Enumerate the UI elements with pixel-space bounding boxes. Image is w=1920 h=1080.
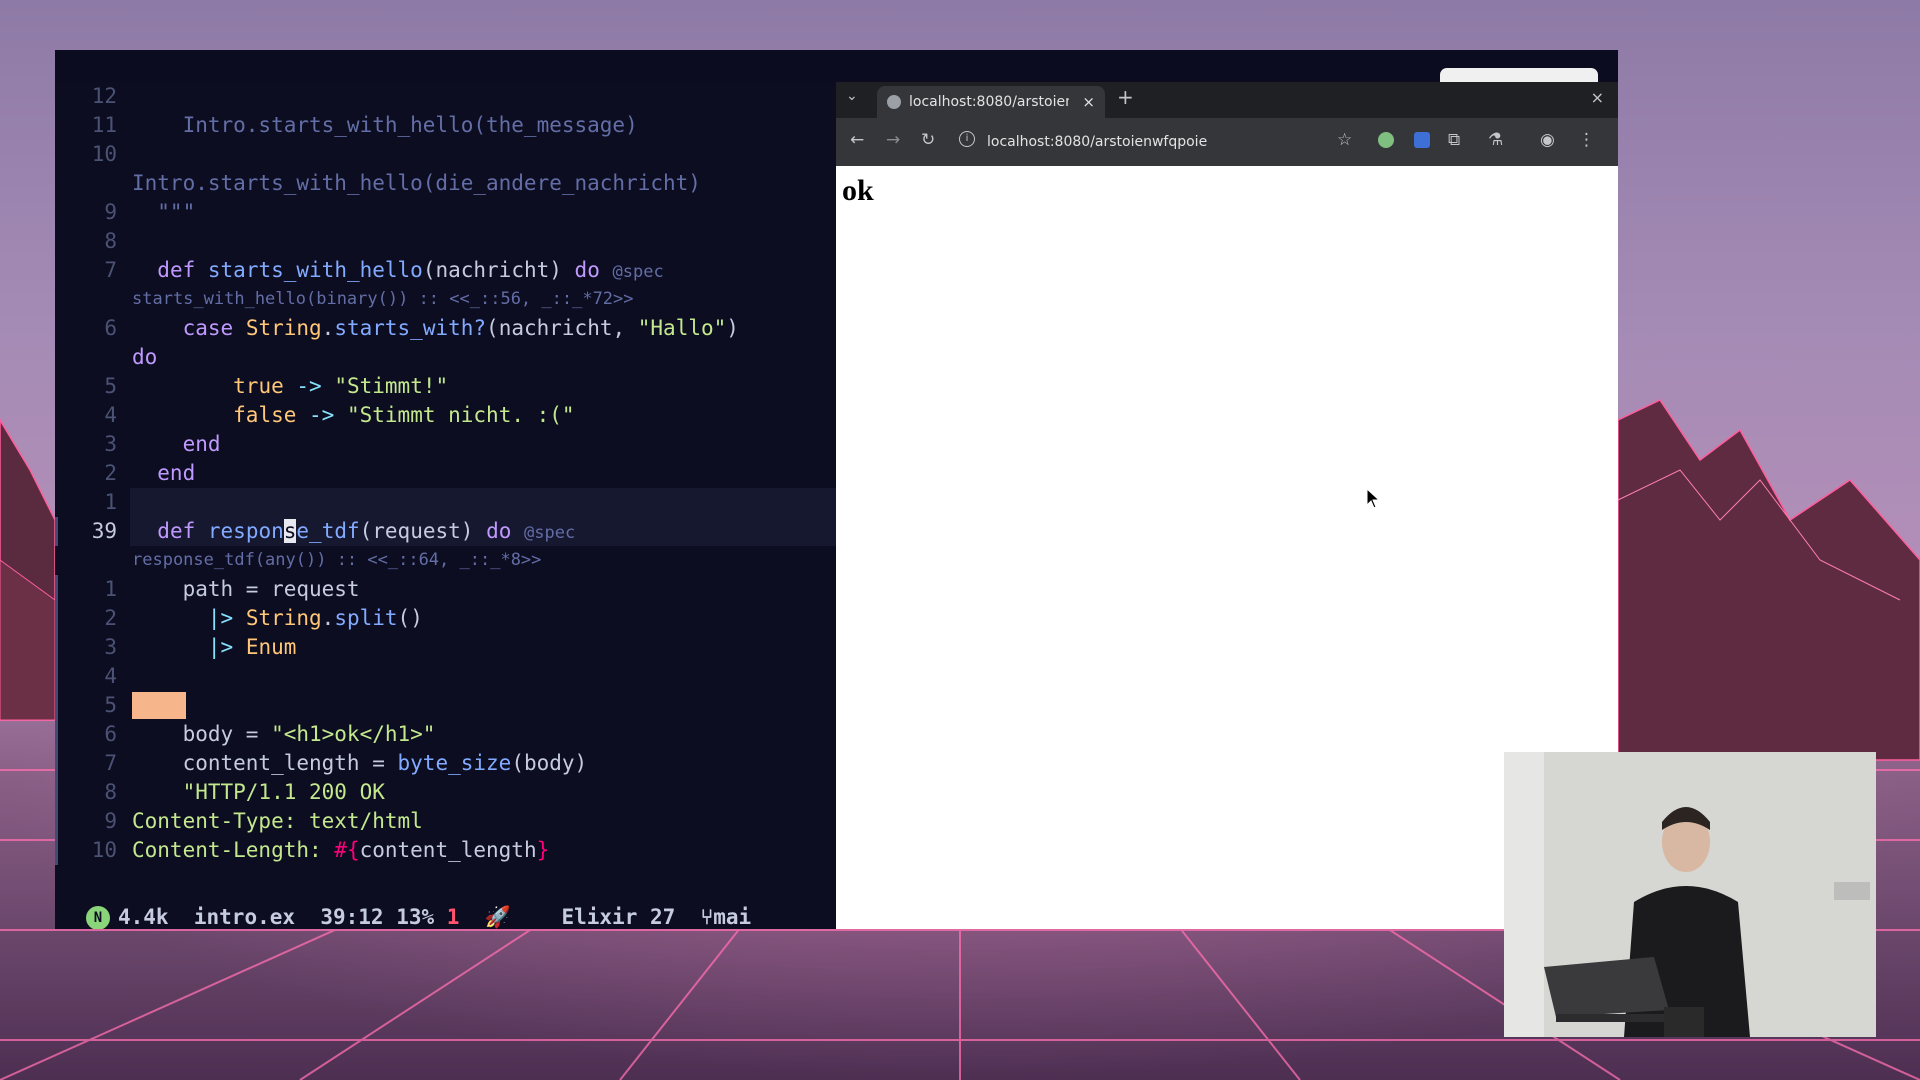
close-tab-icon[interactable]: × [1082, 86, 1095, 118]
web-page-content: ok [836, 166, 1618, 929]
virtual-text-spec: starts_with_hello(binary()) :: <<_::56, … [132, 289, 634, 309]
code-text: def response_tdf(request) do @spec [157, 519, 576, 543]
code-text: body = "<h1>ok</h1>" [132, 722, 436, 746]
git-branch-icon: ⑂ [700, 905, 714, 929]
current-line-highlight [130, 488, 836, 517]
url-text[interactable]: localhost:8080/arstoienwfqpoie [987, 125, 1207, 159]
code-text: "HTTP/1.1 200 OK [182, 780, 385, 804]
line-number: 8 [104, 780, 117, 804]
code-text: |> Enum [207, 635, 297, 659]
mode-indicator: N [86, 906, 110, 929]
page-heading: ok [842, 174, 874, 207]
cursor-position: 39:12 [320, 905, 384, 929]
code-text: def starts_with_hello(nachricht) do @spe… [157, 258, 664, 282]
line-number: 6 [104, 316, 117, 340]
reload-icon[interactable]: ↻ [921, 130, 935, 150]
line-number: 4 [104, 664, 117, 688]
line-number: 12 [91, 84, 117, 108]
line-number: 5 [104, 374, 117, 398]
virtual-text-spec: response_tdf(any()) :: <<_::64, _::_*8>> [132, 550, 542, 570]
site-info-icon[interactable]: i [959, 131, 975, 147]
line-number: 3 [104, 635, 117, 659]
browser-tabstrip: ⌄ localhost:8080/arstoienw × + × [836, 82, 1618, 118]
tab-search-chevron-icon[interactable]: ⌄ [846, 88, 858, 104]
git-branch: mai [713, 905, 752, 929]
code-text: end [132, 432, 221, 456]
line-number: 1 [104, 577, 117, 601]
line-number: 2 [104, 606, 117, 630]
new-tab-button[interactable]: + [1117, 85, 1134, 109]
file-size: 4.4k [118, 905, 169, 929]
file-name: intro.ex [193, 905, 296, 929]
shield-extension-icon[interactable] [1414, 132, 1430, 148]
code-text: |> String.split() [207, 606, 423, 630]
file-language: Elixir 27 [561, 905, 676, 929]
labs-flask-icon[interactable]: ⚗ [1488, 130, 1503, 150]
code-text: Intro.starts_with_hello(die_andere_nachr… [132, 171, 701, 195]
line-number: 8 [104, 229, 117, 253]
code-text: Content-Length: #{content_length} [132, 838, 550, 862]
bookmark-star-icon[interactable]: ☆ [1337, 130, 1352, 150]
code-text: path = request [132, 577, 360, 601]
line-number: 4 [104, 403, 117, 427]
virtual-text-spec: @spec [524, 523, 576, 543]
line-number: 6 [104, 722, 117, 746]
speaker-webcam [1504, 752, 1876, 1037]
line-number: 2 [104, 461, 117, 485]
visual-selection-highlight [132, 692, 186, 719]
code-text: do [132, 345, 158, 369]
code-text: case String.starts_with?(nachricht, "Hal… [182, 316, 739, 340]
line-number: 1 [104, 490, 117, 514]
extension-green-icon[interactable] [1378, 132, 1394, 148]
code-text: Intro.starts_with_hello(the_message) [132, 113, 638, 137]
forward-arrow-icon[interactable]: → [886, 130, 900, 150]
line-number: 5 [104, 693, 117, 717]
host-topbar [55, 50, 1618, 82]
browser-tab-active[interactable]: localhost:8080/arstoienw × [877, 86, 1105, 118]
line-number: 10 [91, 838, 117, 862]
speaker-video-frame [1504, 752, 1876, 1037]
address-bar[interactable]: i localhost:8080/arstoienwfqpoie [951, 125, 1351, 159]
line-number: 7 [104, 751, 117, 775]
line-number: 9 [104, 200, 117, 224]
browser-toolbar: ← → ↻ i localhost:8080/arstoienwfqpoie ☆… [836, 118, 1618, 166]
editor-statusline: N 4.4k intro.ex 39:12 13% 1 🚀 Elixir 27 ⑂… [55, 902, 836, 929]
code-text: false -> "Stimmt nicht. :(" [233, 403, 575, 427]
screen-capture: 12 11 Intro.starts_with_hello(the_messag… [55, 50, 1618, 929]
code-text: end [132, 461, 196, 485]
menu-kebab-icon[interactable]: ⋮ [1578, 130, 1595, 150]
tab-title: localhost:8080/arstoienw [909, 94, 1069, 110]
line-number: 10 [91, 142, 117, 166]
code-text: Content-Type: text/html [132, 809, 423, 833]
mouse-pointer-icon [1366, 488, 1381, 509]
line-number: 7 [104, 258, 117, 282]
browser-window: ⌄ localhost:8080/arstoienw × + × ← → ↻ i… [836, 82, 1618, 929]
code-text: true -> "Stimmt!" [233, 374, 449, 398]
line-number: 3 [104, 432, 117, 456]
globe-icon [887, 95, 901, 109]
code-text: """ [132, 200, 196, 224]
extensions-puzzle-icon[interactable]: ⧉ [1448, 130, 1460, 150]
line-number: 9 [104, 809, 117, 833]
virtual-text-spec: @spec [612, 262, 664, 282]
back-arrow-icon[interactable]: ← [850, 130, 864, 150]
host-topbar-button [1440, 68, 1598, 82]
line-number-current: 39 [91, 519, 117, 543]
diagnostics-count: 1 [446, 905, 460, 929]
close-window-icon[interactable]: × [1591, 88, 1604, 107]
rocket-icon: 🚀 [484, 905, 511, 929]
scroll-percent: 13% [396, 905, 435, 929]
line-number: 11 [91, 113, 117, 137]
text-cursor: s [283, 519, 297, 543]
code-text: content_length = byte_size(body) [132, 751, 588, 775]
code-editor[interactable]: 12 11 Intro.starts_with_hello(the_messag… [55, 82, 836, 929]
profile-avatar-icon[interactable]: ◉ [1540, 130, 1555, 150]
